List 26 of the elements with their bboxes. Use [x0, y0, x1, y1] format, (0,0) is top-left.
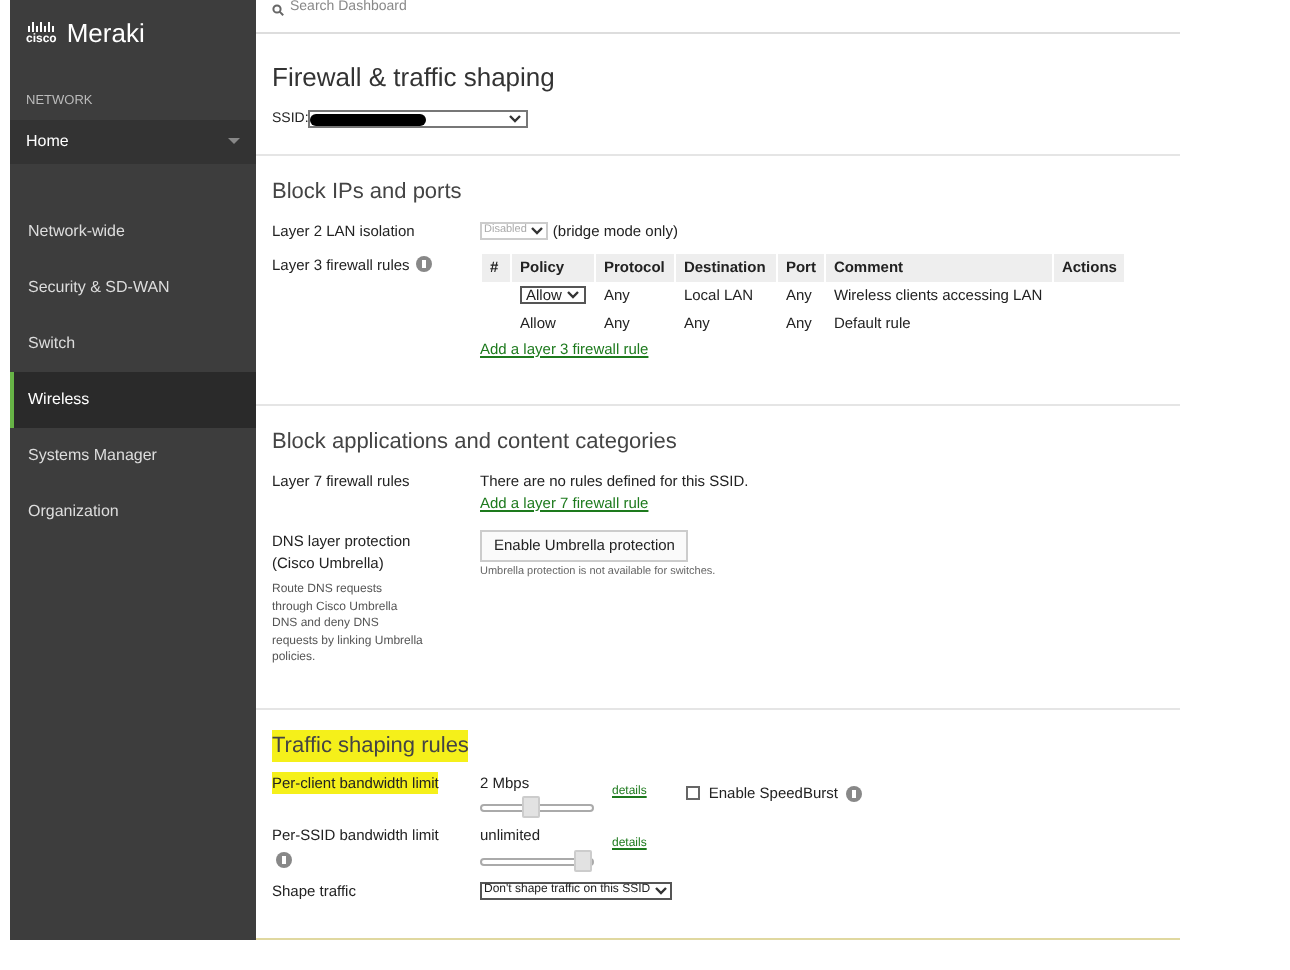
sidebar-item[interactable]: Organization: [10, 483, 256, 540]
info-icon[interactable]: [845, 785, 862, 802]
sidebar-item[interactable]: Network-wide: [10, 203, 256, 260]
section-title: Traffic shaping rules: [272, 729, 469, 762]
redaction-mark: [310, 114, 427, 127]
network-select[interactable]: Home: [10, 119, 256, 164]
caret-icon: [530, 225, 545, 236]
slider-thumb[interactable]: [522, 796, 541, 819]
info-icon[interactable]: [276, 851, 292, 867]
sidebar-item[interactable]: Switch: [10, 315, 256, 372]
info-icon[interactable]: [415, 256, 432, 273]
sidebar-item[interactable]: Wireless: [10, 371, 256, 428]
checkbox[interactable]: [686, 786, 701, 801]
product-name: Meraki: [66, 16, 145, 53]
search-icon: [272, 3, 284, 15]
section-title: Block applications and content categories: [272, 428, 677, 458]
page-title: Firewall & traffic shaping: [272, 60, 557, 96]
slider-thumb[interactable]: [574, 849, 592, 871]
caret-icon: [565, 290, 580, 301]
caret-icon: [508, 114, 523, 125]
section-title: Block IPs and ports: [272, 178, 462, 208]
sidebar-item[interactable]: Security & SD-WAN: [10, 259, 256, 316]
caret-icon: [228, 138, 240, 145]
sidebar-item[interactable]: Systems Manager: [10, 427, 256, 484]
ssid-select[interactable]: [308, 110, 529, 129]
caret-icon: [654, 885, 669, 896]
